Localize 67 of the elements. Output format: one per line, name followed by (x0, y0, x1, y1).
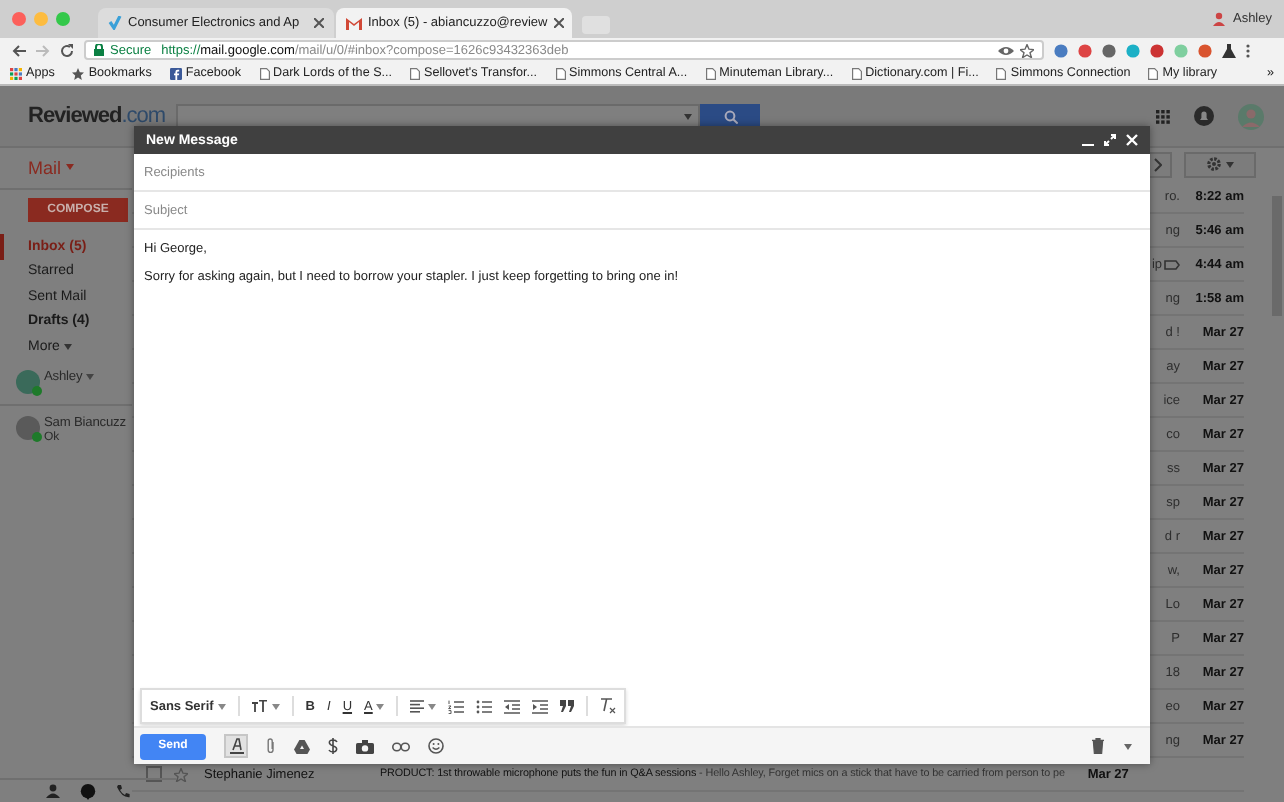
camera-icon[interactable] (356, 739, 374, 753)
caret-icon[interactable] (217, 703, 226, 709)
caret-icon[interactable] (271, 703, 280, 709)
close-icon[interactable] (314, 18, 324, 28)
indent-more-icon[interactable] (532, 699, 549, 713)
reload-icon[interactable] (60, 43, 74, 57)
clear-formatting-icon[interactable] (600, 698, 617, 714)
apps-icon (10, 67, 22, 79)
caret-icon (65, 164, 74, 170)
caret-icon[interactable] (376, 703, 385, 709)
avatar (16, 415, 40, 439)
search-field[interactable] (176, 104, 700, 128)
link-icon[interactable] (392, 741, 410, 751)
facebook-icon (169, 67, 182, 79)
align-icon[interactable] (410, 699, 425, 713)
quote-icon[interactable] (560, 700, 575, 712)
search-button[interactable] (700, 103, 760, 129)
emoji-icon[interactable] (428, 738, 444, 754)
numbered-list-icon[interactable] (448, 699, 465, 713)
caret-icon[interactable] (684, 113, 692, 119)
lock-icon (94, 44, 104, 56)
page-icon (996, 67, 1007, 79)
person-icon[interactable] (46, 784, 60, 798)
caret-icon[interactable] (428, 703, 437, 709)
mail-icon (346, 17, 362, 29)
star-icon[interactable] (1020, 43, 1034, 57)
check-icon (108, 16, 122, 30)
trash-icon[interactable] (1092, 738, 1104, 754)
close-icon[interactable] (553, 18, 564, 28)
flask-icon[interactable] (1222, 43, 1236, 57)
chevron-icon (1154, 157, 1162, 171)
indent-less-icon[interactable] (504, 699, 521, 713)
search-icon (723, 109, 737, 123)
text-format-icon (229, 738, 243, 754)
caret-icon (86, 373, 95, 379)
page-icon (410, 67, 421, 79)
page-icon (705, 67, 716, 79)
page-icon (851, 67, 862, 79)
eye-icon[interactable] (998, 45, 1014, 55)
caret-icon (63, 343, 72, 350)
caret-icon[interactable] (1124, 743, 1132, 749)
chat-icon[interactable] (80, 783, 96, 799)
notification-icon[interactable] (1194, 106, 1214, 126)
formatting-toggle[interactable] (224, 734, 248, 758)
font-size-icon[interactable] (251, 700, 268, 712)
site-logo[interactable]: Reviewed.com (0, 104, 172, 128)
page-icon (555, 67, 566, 79)
status-dot (32, 431, 42, 441)
drive-icon[interactable] (294, 739, 310, 753)
attach-icon[interactable] (266, 738, 276, 754)
avatar (16, 369, 40, 393)
settings-button[interactable] (1184, 151, 1256, 177)
status-dot (32, 385, 42, 395)
bulleted-list-icon[interactable] (476, 699, 493, 713)
back-icon[interactable] (12, 43, 26, 57)
expand-icon[interactable] (1104, 134, 1116, 146)
star-icon[interactable] (174, 767, 188, 781)
dollar-icon[interactable] (328, 738, 338, 754)
apps-grid-icon[interactable] (1156, 109, 1170, 123)
settings-icon (1206, 156, 1222, 172)
person-icon (1212, 12, 1227, 26)
star-icon (72, 67, 85, 79)
row-checkbox[interactable] (146, 766, 162, 782)
caret-icon (1226, 161, 1234, 167)
page-icon (1148, 67, 1159, 79)
phone-icon[interactable] (116, 784, 130, 798)
page-icon (259, 67, 270, 79)
